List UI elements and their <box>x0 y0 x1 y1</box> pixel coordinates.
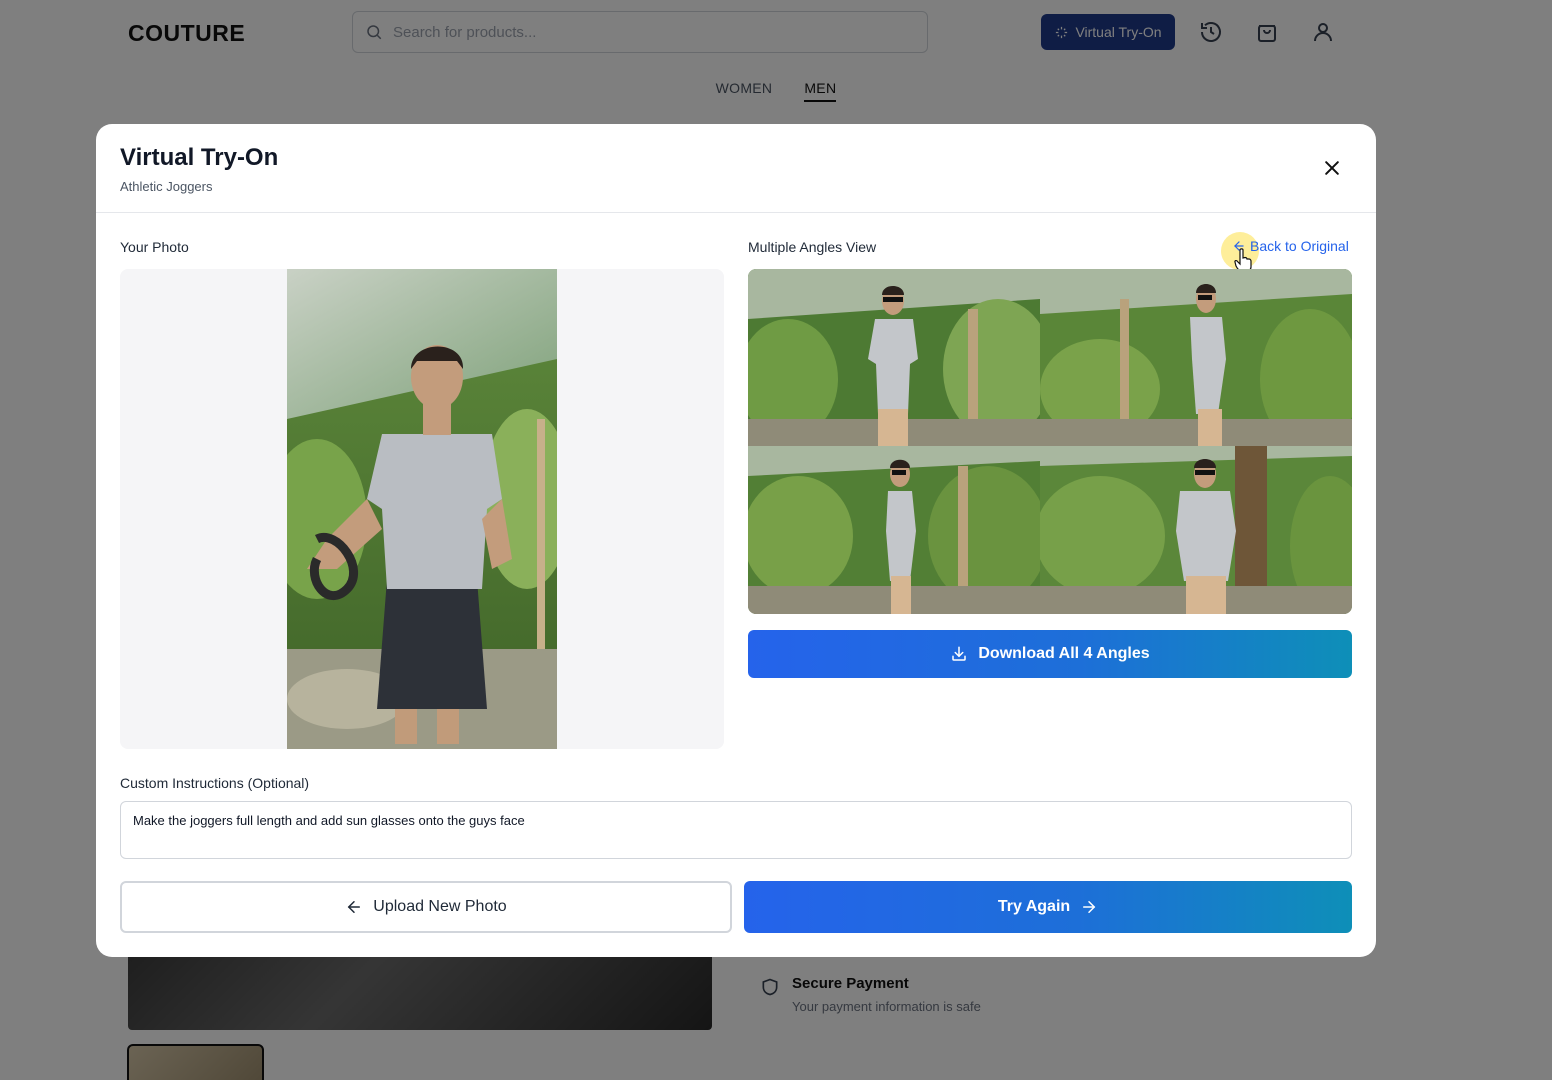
arrow-right-icon <box>1083 901 1096 913</box>
angle-image-front[interactable] <box>748 269 1040 446</box>
modal-title: Virtual Try-On <box>120 144 279 171</box>
virtual-tryon-modal: Virtual Try-On Athletic Joggers Your Pho… <box>96 124 1376 957</box>
download-all-angles-label: Download All 4 Angles <box>978 645 1150 662</box>
upload-new-photo-label: Upload New Photo <box>373 898 507 915</box>
try-again-label: Try Again <box>997 898 1071 915</box>
download-icon <box>952 646 967 661</box>
close-icon <box>1325 161 1339 175</box>
close-button[interactable] <box>1318 154 1346 182</box>
user-photo <box>287 269 557 749</box>
angle-image-three-quarter[interactable] <box>1040 446 1352 614</box>
angle-image-profile[interactable] <box>748 446 1040 614</box>
modal-subtitle: Athletic Joggers <box>120 179 213 194</box>
upload-new-photo-button[interactable]: Upload New Photo <box>120 881 732 933</box>
angle-image-side[interactable] <box>1040 269 1352 446</box>
modal-header: Virtual Try-On Athletic Joggers <box>96 124 1376 213</box>
angles-grid <box>748 269 1352 614</box>
instructions-input[interactable]: Make the joggers full length and add sun… <box>120 801 1352 859</box>
arrow-left-icon <box>347 901 361 913</box>
download-all-angles-button[interactable]: Download All 4 Angles <box>748 630 1352 678</box>
try-again-button[interactable]: Try Again <box>744 881 1352 933</box>
back-to-original-label: Back to Original <box>1250 238 1349 254</box>
instructions-label: Custom Instructions (Optional) <box>120 775 310 791</box>
angles-label: Multiple Angles View <box>748 239 877 255</box>
user-photo-container <box>120 269 724 749</box>
your-photo-label: Your Photo <box>120 239 189 255</box>
